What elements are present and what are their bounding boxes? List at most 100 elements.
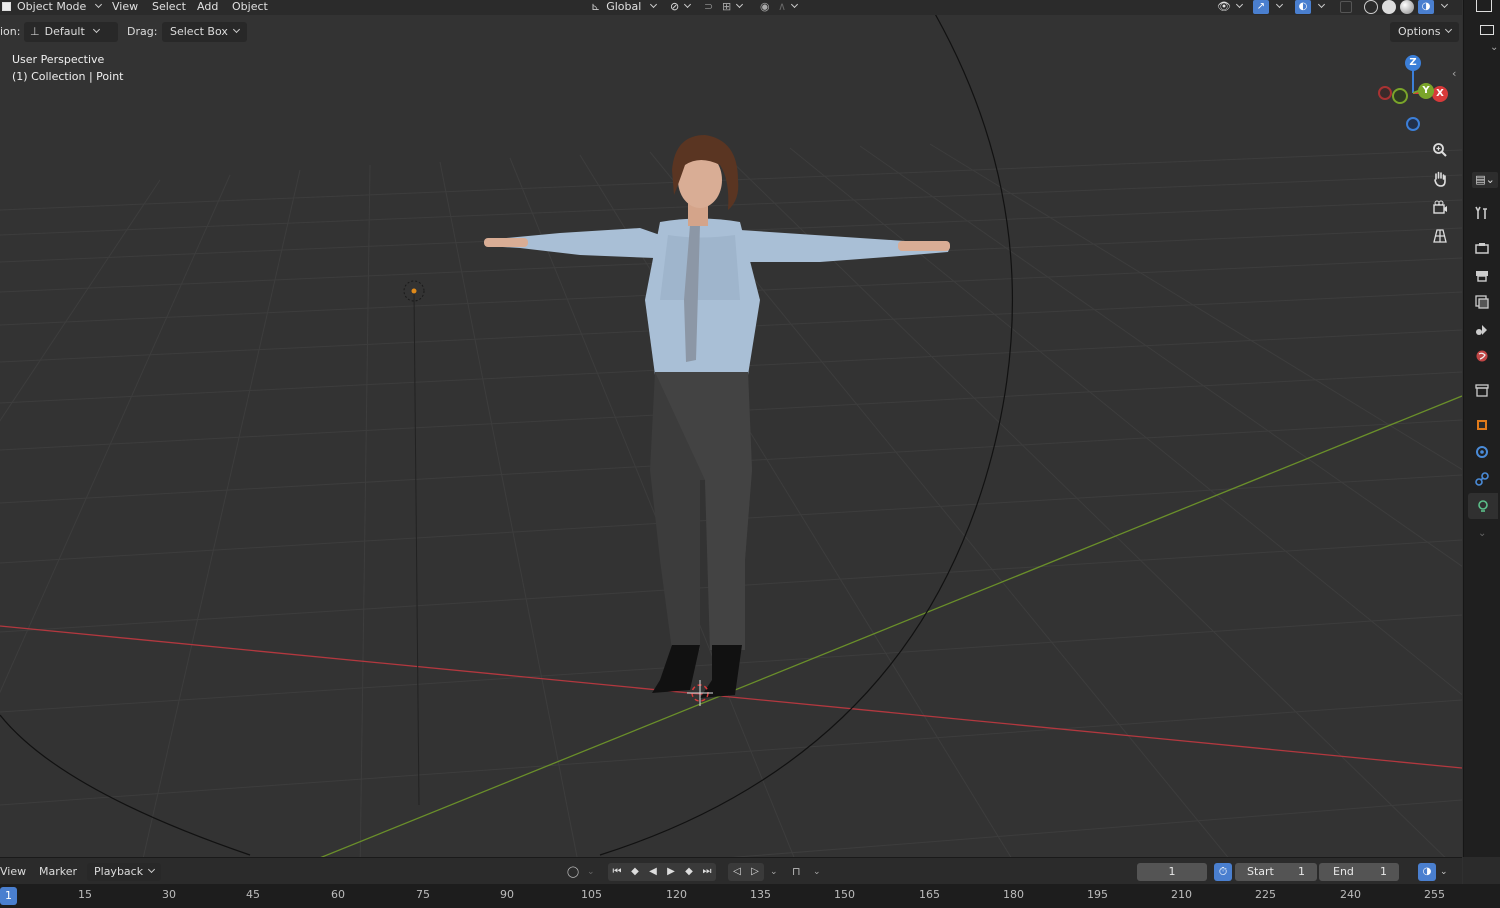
mode-selector[interactable]: Object Mode <box>2 0 101 15</box>
options-dropdown[interactable]: Options <box>1390 22 1460 42</box>
proportional-edit-icon[interactable]: ◉ <box>760 0 770 15</box>
timeline-view-dropdown-icon[interactable]: ⌄ <box>1440 863 1448 881</box>
eye-icon: 👁 <box>1217 0 1231 13</box>
transform-orientation-dropdown[interactable]: ⊾ Global <box>591 0 656 15</box>
gizmo-y-label: Y <box>1422 85 1430 96</box>
output-icon[interactable] <box>1474 267 1490 283</box>
modifier-icon[interactable] <box>1474 444 1490 460</box>
next-frame-icon[interactable]: ▷ <box>746 863 764 881</box>
timeline-playback-dropdown[interactable]: Playback <box>87 863 162 881</box>
use-preview-range-icon[interactable]: ⏱ <box>1214 863 1232 881</box>
wireframe-shading-icon[interactable] <box>1364 0 1378 14</box>
current-frame-field[interactable]: 1 <box>1137 863 1207 881</box>
tick-195: 195 <box>1087 888 1108 901</box>
light-data-tab[interactable] <box>1468 493 1498 519</box>
falloff-icon: ∧ <box>778 0 787 13</box>
tick-240: 240 <box>1340 888 1361 901</box>
drag-select-box-dropdown[interactable]: Select Box <box>162 22 247 42</box>
gizmo-z-label: Z <box>1409 57 1417 68</box>
scene-icon[interactable] <box>1474 321 1490 337</box>
view-layer-icon[interactable] <box>1474 294 1490 310</box>
menu-object[interactable]: Object <box>232 0 268 15</box>
more-tabs-icon[interactable]: ⌄ <box>1478 528 1486 539</box>
orientation-default-dropdown[interactable]: ⊥ Default <box>24 22 118 42</box>
rendered-shading-icon[interactable]: ◑ <box>1418 0 1434 14</box>
tick-105: 105 <box>581 888 602 901</box>
gizmo-neg-x[interactable] <box>1378 86 1392 100</box>
tool-icon[interactable] <box>1474 205 1490 221</box>
hand-pan-icon[interactable] <box>1428 167 1452 191</box>
tick-30: 30 <box>162 888 176 901</box>
timeline-view-toggle-icon[interactable]: ◑ <box>1418 863 1436 881</box>
gizmo-z-axis[interactable]: Z <box>1405 55 1421 71</box>
auto-keying-toggle-icon[interactable]: ◯ <box>565 863 581 881</box>
mode-label: Object Mode <box>17 0 87 13</box>
render-icon[interactable] <box>1474 240 1490 256</box>
jump-start-icon[interactable]: ⏮ <box>608 863 626 881</box>
menu-view[interactable]: View <box>112 0 138 15</box>
camera-view-icon[interactable] <box>1428 196 1452 220</box>
start-value: 1 <box>1298 865 1305 878</box>
gizmo-x-axis[interactable]: X <box>1432 86 1448 102</box>
gizmo-neg-y[interactable] <box>1392 88 1408 104</box>
current-frame-marker[interactable]: 1 <box>0 887 17 905</box>
visibility-dropdown[interactable]: 👁 <box>1217 0 1242 15</box>
collapse-icon[interactable]: ⌄ <box>1490 42 1498 53</box>
properties-bottom-strip <box>1463 857 1500 884</box>
3d-viewport[interactable]: User Perspective (1) Collection | Point … <box>0 15 1462 857</box>
menu-add[interactable]: Add <box>197 0 218 15</box>
start-frame-field[interactable]: Start 1 <box>1235 863 1317 881</box>
outliner-filter-icon[interactable] <box>1480 25 1494 35</box>
viewport-header: Object Mode View Select Add Object ⊾ Glob… <box>0 0 1462 15</box>
prev-frame-icon[interactable]: ◁ <box>728 863 746 881</box>
gizmo-dropdown[interactable] <box>1271 0 1282 15</box>
timeline-menu-marker[interactable]: Marker <box>39 863 77 881</box>
tick-90: 90 <box>500 888 514 901</box>
keying-dropdown-icon[interactable]: ⌄ <box>587 863 595 881</box>
shading-dropdown[interactable] <box>1436 0 1447 15</box>
end-frame-field[interactable]: End 1 <box>1319 863 1399 881</box>
play-icon[interactable]: ▶ <box>662 863 680 881</box>
playback-controls: ⏮ ◆ ◀ ▶ ◆ ⏭ <box>608 863 716 881</box>
orientation-label: Global <box>606 0 642 13</box>
overlay-toggle-icon[interactable]: ◐ <box>1295 0 1311 14</box>
tick-120: 120 <box>666 888 687 901</box>
menu-select[interactable]: Select <box>152 0 186 15</box>
snap-icon[interactable]: ⊃ <box>704 0 713 15</box>
snap-timeline-dropdown-icon[interactable]: ⌄ <box>813 863 821 881</box>
snap-target-dropdown[interactable]: ⊞ <box>722 0 742 15</box>
viewport-collection-label: (1) Collection | Point <box>12 70 124 83</box>
zoom-icon[interactable] <box>1428 138 1452 162</box>
editor-type-icon[interactable] <box>1476 0 1492 12</box>
snap-timeline-icon[interactable]: ⊓ <box>792 863 801 881</box>
end-value: 1 <box>1380 865 1387 878</box>
solid-shading-icon[interactable] <box>1382 0 1396 14</box>
collection-icon[interactable] <box>1474 382 1490 398</box>
pivot-point-dropdown[interactable]: ⊘ <box>670 0 690 15</box>
play-reverse-icon[interactable]: ◀ <box>644 863 662 881</box>
overlay-dropdown[interactable] <box>1313 0 1324 15</box>
frame-step-dropdown-icon[interactable]: ⌄ <box>770 863 778 881</box>
timeline-menu-view[interactable]: View <box>0 863 26 881</box>
timeline-ruler[interactable]: 1 15 30 45 60 75 90 105 120 135 150 165 … <box>0 884 1500 908</box>
properties-tabs: ⌄ ▤⌄ ⌄ <box>1463 0 1500 857</box>
sidebar-toggle-icon[interactable]: ‹ <box>1452 67 1460 81</box>
prev-keyframe-icon[interactable]: ◆ <box>626 863 644 881</box>
tick-75: 75 <box>416 888 430 901</box>
grid-ortho-icon[interactable] <box>1428 224 1452 248</box>
next-keyframe-icon[interactable]: ◆ <box>680 863 698 881</box>
jump-end-icon[interactable]: ⏭ <box>698 863 716 881</box>
gizmo-toggle-icon[interactable]: ↗ <box>1253 0 1269 14</box>
viewport-grid <box>0 15 1462 857</box>
physics-icon[interactable] <box>1474 471 1490 487</box>
world-icon[interactable] <box>1474 348 1490 364</box>
current-frame-value: 1 <box>1168 865 1176 878</box>
gizmo-neg-z[interactable] <box>1406 117 1420 131</box>
gizmo-y-axis[interactable]: Y <box>1418 83 1434 99</box>
xray-toggle-icon[interactable] <box>1340 1 1352 13</box>
object-icon[interactable] <box>1474 417 1490 433</box>
properties-editor-icon[interactable]: ▤⌄ <box>1472 172 1498 188</box>
falloff-dropdown[interactable]: ∧ <box>778 0 797 15</box>
material-shading-icon[interactable] <box>1400 0 1414 14</box>
playback-label: Playback <box>94 865 144 878</box>
